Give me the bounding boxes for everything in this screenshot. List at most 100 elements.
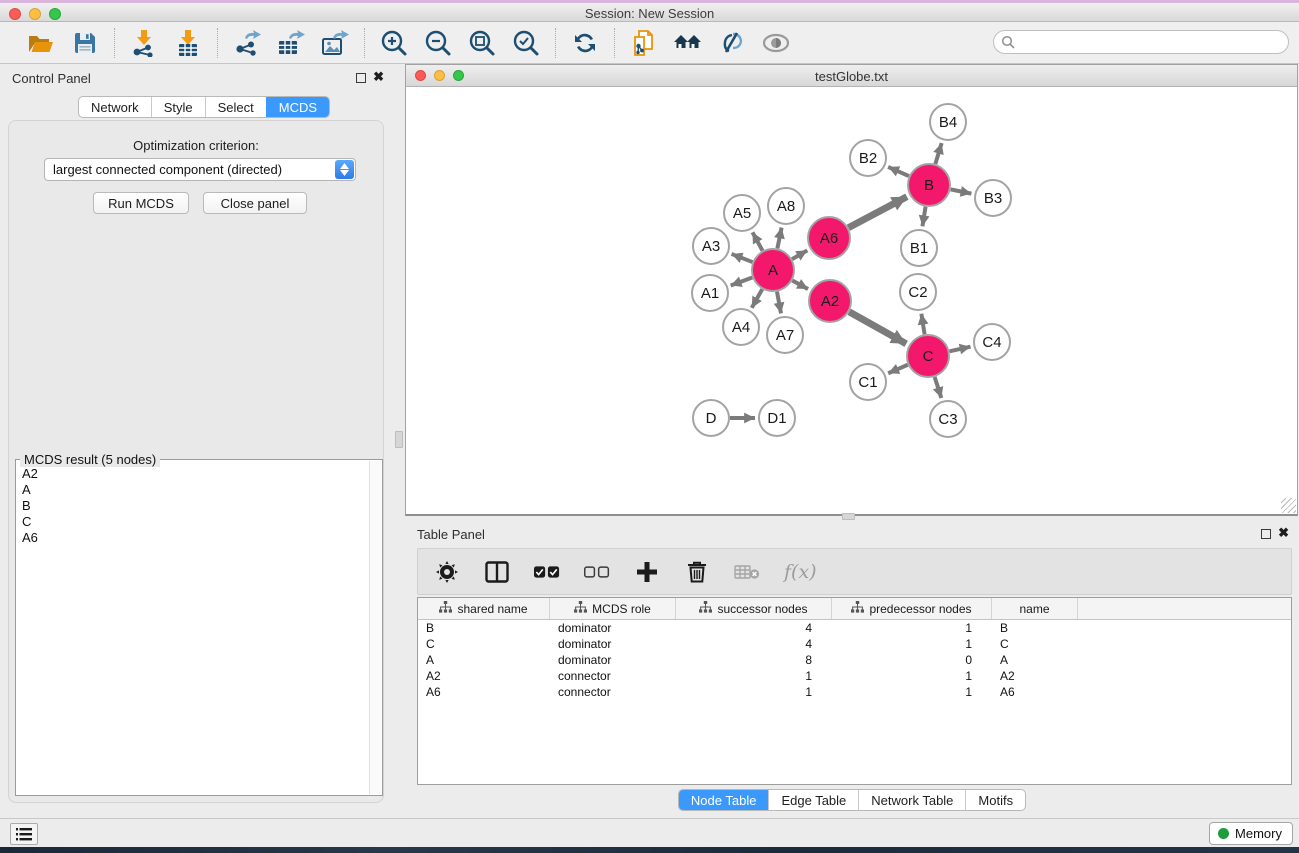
- run-mcds-button[interactable]: Run MCDS: [93, 192, 189, 214]
- export-image-icon[interactable]: [320, 28, 350, 58]
- edge-A-A7[interactable]: [777, 292, 781, 314]
- node-A2[interactable]: A2: [809, 280, 851, 322]
- save-session-icon[interactable]: [70, 28, 100, 58]
- node-D[interactable]: D: [693, 400, 729, 436]
- network-window-titlebar[interactable]: testGlobe.txt: [406, 65, 1297, 87]
- edge-C-C1[interactable]: [888, 365, 908, 374]
- tab-motifs[interactable]: Motifs: [965, 790, 1025, 810]
- tab-mcds[interactable]: MCDS: [266, 97, 329, 117]
- refresh-view-icon[interactable]: [570, 28, 600, 58]
- edge-C-C4[interactable]: [949, 347, 970, 352]
- edge-C-C2[interactable]: [921, 314, 924, 335]
- edge-A-A3[interactable]: [732, 254, 753, 262]
- table-row[interactable]: Bdominator41B: [418, 620, 1291, 636]
- tab-node-table[interactable]: Node Table: [679, 790, 769, 810]
- node-A3[interactable]: A3: [693, 228, 729, 264]
- edge-B-B3[interactable]: [951, 189, 972, 193]
- zoom-in-icon[interactable]: [379, 28, 409, 58]
- mcds-result-item[interactable]: A6: [18, 530, 368, 546]
- node-A1[interactable]: A1: [692, 275, 728, 311]
- mcds-result-item[interactable]: B: [18, 498, 368, 514]
- edge-B-B1[interactable]: [922, 207, 925, 227]
- edge-A-A8[interactable]: [777, 228, 781, 249]
- column-header-successor-nodes[interactable]: successor nodes: [676, 598, 832, 619]
- mcds-result-scrollbar[interactable]: [369, 461, 381, 794]
- zoom-out-icon[interactable]: [423, 28, 453, 58]
- tab-edge-table[interactable]: Edge Table: [768, 790, 858, 810]
- import-table-icon[interactable]: [173, 28, 203, 58]
- close-panel-icon[interactable]: ✖: [373, 69, 384, 85]
- export-network-icon[interactable]: [232, 28, 262, 58]
- criterion-dropdown[interactable]: largest connected component (directed): [44, 158, 356, 181]
- table-row[interactable]: A6connector11A6: [418, 684, 1291, 700]
- export-table-icon[interactable]: [276, 28, 306, 58]
- node-A4[interactable]: A4: [723, 309, 759, 345]
- table-row[interactable]: Adominator80A: [418, 652, 1291, 668]
- node-B[interactable]: B: [908, 164, 950, 206]
- edge-C-C3[interactable]: [935, 377, 942, 398]
- tab-style[interactable]: Style: [151, 97, 205, 117]
- node-B2[interactable]: B2: [850, 140, 886, 176]
- tab-network[interactable]: Network: [79, 97, 151, 117]
- edge-B-B4[interactable]: [935, 143, 941, 164]
- node-C2[interactable]: C2: [900, 274, 936, 310]
- tab-select[interactable]: Select: [205, 97, 266, 117]
- column-layout-icon[interactable]: [484, 559, 510, 585]
- column-header-name[interactable]: name: [992, 598, 1078, 619]
- node-C1[interactable]: C1: [850, 364, 886, 400]
- edge-B-B2[interactable]: [888, 167, 909, 176]
- select-all-rows-icon[interactable]: [534, 559, 560, 585]
- hide-graphics-details-icon[interactable]: [717, 28, 747, 58]
- deselect-all-rows-icon[interactable]: [584, 559, 610, 585]
- node-A7[interactable]: A7: [767, 317, 803, 353]
- network-from-selection-icon[interactable]: [629, 28, 659, 58]
- window-resize-handle[interactable]: [1281, 498, 1296, 513]
- mcds-result-list[interactable]: A2ABCA6: [18, 466, 368, 793]
- function-builder-icon[interactable]: f(x): [784, 561, 817, 583]
- edge-A6-B[interactable]: [848, 197, 906, 228]
- edge-A-A1[interactable]: [731, 278, 753, 286]
- column-header-shared-name[interactable]: shared name: [418, 598, 550, 619]
- home-browser-icon[interactable]: [673, 28, 703, 58]
- zoom-selected-icon[interactable]: [511, 28, 541, 58]
- node-C[interactable]: C: [907, 335, 949, 377]
- task-history-button[interactable]: [10, 823, 38, 845]
- search-input[interactable]: [993, 30, 1289, 54]
- eye-preview-icon[interactable]: [761, 28, 791, 58]
- edge-A-A6[interactable]: [792, 250, 807, 259]
- edge-A-A4[interactable]: [752, 289, 762, 308]
- node-C3[interactable]: C3: [930, 401, 966, 437]
- node-A[interactable]: A: [752, 249, 794, 291]
- vertical-split-grip[interactable]: [395, 431, 403, 448]
- mcds-result-item[interactable]: A: [18, 482, 368, 498]
- table-row[interactable]: Cdominator41C: [418, 636, 1291, 652]
- network-canvas[interactable]: B4B2BB3A8A5A6A3B1AA1C2A2A4A7C4CC1C3DD1: [406, 87, 1297, 514]
- edge-A2-C[interactable]: [849, 312, 906, 344]
- node-A5[interactable]: A5: [724, 195, 760, 231]
- node-B4[interactable]: B4: [930, 104, 966, 140]
- horizontal-split-grip[interactable]: [842, 513, 855, 520]
- tab-network-table[interactable]: Network Table: [858, 790, 965, 810]
- settings-gear-icon[interactable]: [434, 559, 460, 585]
- mcds-result-item[interactable]: A2: [18, 466, 368, 482]
- node-A8[interactable]: A8: [768, 188, 804, 224]
- open-session-icon[interactable]: [26, 28, 56, 58]
- zoom-fit-icon[interactable]: [467, 28, 497, 58]
- delete-table-icon[interactable]: [734, 559, 760, 585]
- add-column-icon[interactable]: [634, 559, 660, 585]
- float-table-panel-icon[interactable]: [1261, 529, 1271, 539]
- edge-A-A5[interactable]: [753, 232, 763, 250]
- node-B3[interactable]: B3: [975, 180, 1011, 216]
- import-network-icon[interactable]: [129, 28, 159, 58]
- edge-A-A2[interactable]: [792, 281, 808, 290]
- memory-button[interactable]: Memory: [1209, 822, 1293, 845]
- close-table-panel-icon[interactable]: ✖: [1278, 525, 1289, 541]
- node-A6[interactable]: A6: [808, 217, 850, 259]
- table-row[interactable]: A2connector11A2: [418, 668, 1291, 684]
- node-B1[interactable]: B1: [901, 230, 937, 266]
- column-header-predecessor-nodes[interactable]: predecessor nodes: [832, 598, 992, 619]
- column-header-MCDS-role[interactable]: MCDS role: [550, 598, 676, 619]
- node-C4[interactable]: C4: [974, 324, 1010, 360]
- close-panel-button[interactable]: Close panel: [203, 192, 307, 214]
- float-panel-icon[interactable]: [356, 73, 366, 83]
